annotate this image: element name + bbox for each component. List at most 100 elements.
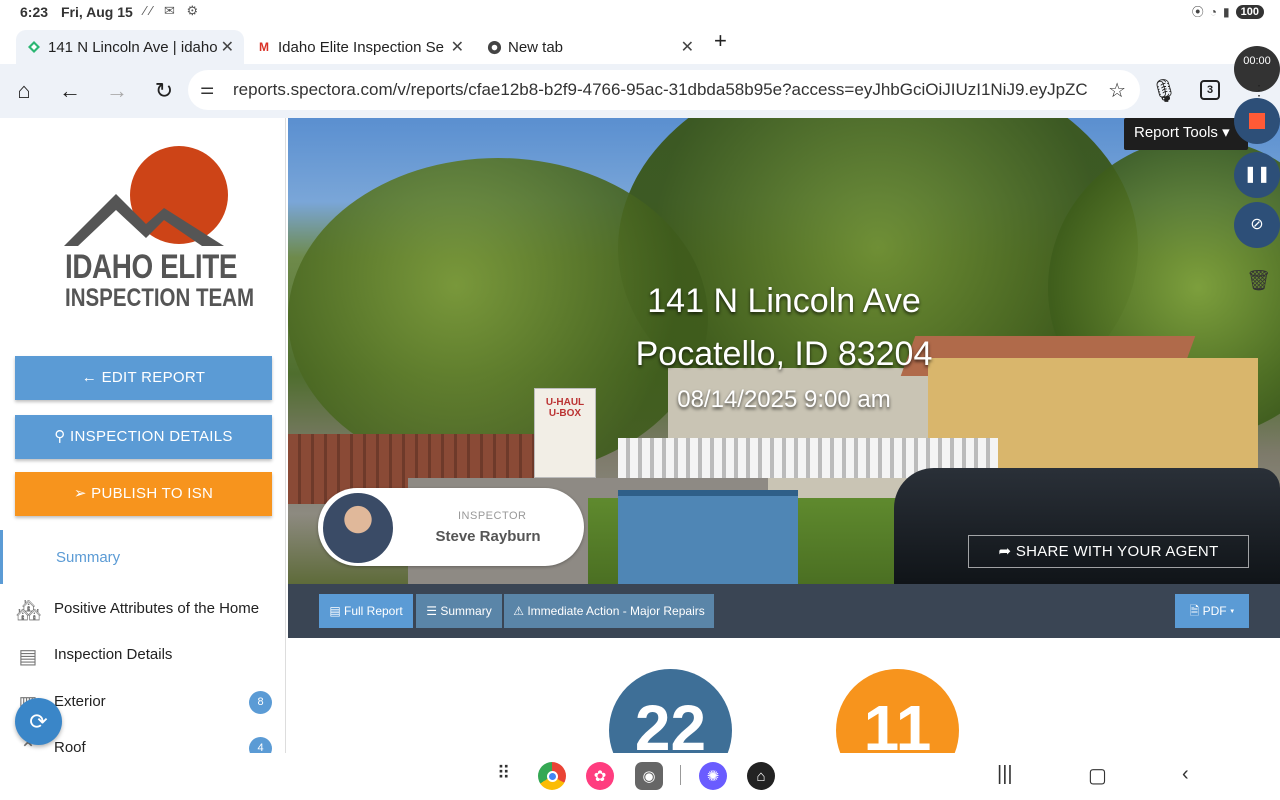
sidebar-item-label: Summary: [56, 549, 121, 566]
hero-banner: U-HAUL U-BOX 141 N Lincoln Ave Pocatello,…: [288, 118, 1280, 584]
status-bar: 6:23 Fri, Aug 15 ⁄⁄ ✉ ⚙ ⦿ ◔ ▮ 100: [0, 0, 1280, 24]
notification-icons: ⁄⁄ ✉ ⚙: [144, 3, 203, 18]
inspection-details-button[interactable]: ⚲ INSPECTION DETAILS: [15, 415, 272, 459]
share-icon: ➦: [998, 543, 1012, 560]
battery-indicator: 100: [1235, 4, 1264, 19]
close-icon[interactable]: ✕: [221, 37, 234, 57]
address-line1: 141 N Lincoln Ave: [647, 282, 921, 320]
pause-recording-button[interactable]: ❚❚: [1234, 152, 1280, 198]
wifi-icon: ◔: [1209, 4, 1218, 19]
edit-report-button[interactable]: ← EDIT REPORT: [15, 356, 272, 400]
recent-apps-icon[interactable]: |||: [997, 763, 1013, 786]
app-drawer-icon[interactable]: ⠿: [497, 763, 510, 784]
publish-label: PUBLISH TO ISN: [91, 485, 214, 502]
browser-tab-new[interactable]: New tab ✕: [476, 30, 704, 64]
bixby-app-icon[interactable]: ✺: [699, 762, 727, 790]
tab-title: Idaho Elite Inspection Se: [278, 38, 444, 56]
camera-off-icon: ⊘: [1250, 216, 1264, 233]
company-logo: IDAHO ELITE INSPECTION TEAM: [62, 144, 254, 314]
address-line2: Pocatello, ID 83204: [635, 335, 933, 373]
home-icon[interactable]: ⌂: [10, 78, 38, 104]
tab-title: New tab: [508, 38, 564, 56]
back-button-icon[interactable]: ‹: [1182, 763, 1189, 786]
tab-label: Full Report: [344, 604, 403, 618]
sidebar-item-inspection-details[interactable]: ▤ Inspection Details: [0, 636, 285, 676]
android-taskbar: ⠿ ✿ ◉ ✺ ⌂ ||| ▢ ‹: [0, 753, 1280, 800]
camera-off-button[interactable]: ⊘: [1234, 202, 1280, 248]
maintenance-count-circle[interactable]: 11: [836, 669, 959, 753]
paper-plane-icon: ➢: [73, 485, 87, 502]
publish-to-isn-button[interactable]: ➢ PUBLISH TO ISN: [15, 472, 272, 516]
sync-fab-button[interactable]: ⟳: [15, 698, 62, 745]
forward-arrow-icon[interactable]: →: [103, 78, 131, 104]
sidebar-item-label: Inspection Details: [54, 646, 173, 663]
document-icon: ▤: [18, 646, 38, 668]
logo-mountains: [64, 194, 224, 246]
tab-full-report[interactable]: ▤ Full Report: [319, 594, 413, 628]
sidebar-item-label: Positive Attributes of the Home: [54, 600, 260, 617]
new-tab-button[interactable]: +: [714, 28, 727, 54]
back-arrow-icon[interactable]: ←: [56, 78, 84, 104]
close-icon[interactable]: ✕: [681, 37, 694, 57]
sidebar-item-label: Exterior: [54, 693, 106, 710]
warning-icon: ⚠: [513, 604, 524, 618]
spectora-icon: [26, 39, 42, 55]
pdf-download-button[interactable]: 🗎 PDF ▾: [1175, 594, 1249, 628]
defect-count-circle[interactable]: 22: [609, 669, 732, 753]
spectora-app-icon[interactable]: ⌂: [747, 762, 775, 790]
tab-immediate-action[interactable]: ⚠ Immediate Action - Major Repairs: [504, 594, 714, 628]
tab-switcher-button[interactable]: 3: [1200, 80, 1220, 100]
avatar: [321, 491, 395, 565]
status-date: Fri, Aug 15: [61, 4, 133, 20]
screen-recorder-widget: 00:00 ⋮ ❚❚ ⊘ 🗑: [1234, 46, 1280, 296]
sidebar-item-summary[interactable]: Summary: [0, 530, 285, 584]
trash-icon[interactable]: 🗑: [1246, 268, 1271, 293]
edit-report-label: EDIT REPORT: [101, 369, 206, 386]
home-button-icon[interactable]: ▢: [1088, 763, 1107, 788]
report-view-tabs: ▤ Full Report ☰ Summary ⚠ Immediate Acti…: [288, 584, 1280, 638]
browser-tab-report[interactable]: 141 N Lincoln Ave | idaho ✕: [16, 30, 244, 64]
pause-icon: ❚❚: [1243, 166, 1271, 183]
house-icon: 🏘: [16, 600, 42, 622]
share-with-agent-button[interactable]: ➦ SHARE WITH YOUR AGENT: [968, 535, 1249, 568]
microphone-icon[interactable]: 🎙: [1150, 78, 1178, 104]
status-time: 6:23: [20, 4, 49, 20]
count-badge: 8: [249, 691, 272, 714]
camera-app-icon[interactable]: ◉: [635, 762, 663, 790]
list-icon: ☰: [426, 604, 438, 618]
close-icon[interactable]: ✕: [451, 37, 464, 57]
inspector-label: INSPECTOR: [458, 510, 527, 522]
caret-down-icon: ▾: [1222, 124, 1230, 141]
browser-tab-gmail[interactable]: M Idaho Elite Inspection Se ✕: [246, 30, 474, 64]
tab-title: 141 N Lincoln Ave | idaho: [48, 38, 218, 56]
reload-icon[interactable]: ↻: [150, 78, 178, 104]
dock-divider: [680, 765, 681, 785]
location-icon: ⦿: [1191, 5, 1204, 19]
count-badge: 4: [249, 737, 272, 753]
more-vert-icon[interactable]: ⋮: [1252, 82, 1266, 99]
stop-icon: [1249, 112, 1265, 129]
report-tools-label: Report Tools: [1134, 124, 1218, 141]
logo-text-line1: IDAHO ELITE: [65, 248, 238, 286]
site-settings-icon[interactable]: ⚌: [200, 79, 214, 99]
tab-summary[interactable]: ☰ Summary: [416, 594, 502, 628]
bookmark-star-icon[interactable]: ☆: [1108, 78, 1126, 103]
signal-icon: ▮: [1223, 4, 1230, 19]
gallery-app-icon[interactable]: ✿: [586, 762, 614, 790]
sidebar-item-positive-attributes[interactable]: 🏘 Positive Attributes of the Home: [0, 590, 285, 630]
tab-label: Summary: [440, 604, 492, 618]
url-text[interactable]: reports.spectora.com/v/reports/cfae12b8-…: [233, 80, 1093, 100]
chrome-icon: [486, 39, 502, 55]
inspection-datetime: 08/14/2025 9:00 am: [677, 386, 891, 413]
gmail-icon: M: [259, 40, 269, 54]
inspector-card: INSPECTOR Steve Rayburn: [318, 488, 584, 566]
address-bar[interactable]: ⚌ reports.spectora.com/v/reports/cfae12b…: [188, 70, 1140, 110]
dumpster: [618, 490, 798, 584]
search-icon: ⚲: [54, 428, 66, 445]
report-content: 22 11: [288, 638, 1280, 753]
arrow-left-icon: ←: [81, 369, 98, 386]
report-tools-dropdown[interactable]: Report Tools ▾: [1124, 118, 1248, 150]
pdf-file-icon: 🗎: [1189, 604, 1200, 618]
chrome-app-icon[interactable]: [538, 762, 566, 790]
stop-recording-button[interactable]: [1234, 98, 1280, 144]
